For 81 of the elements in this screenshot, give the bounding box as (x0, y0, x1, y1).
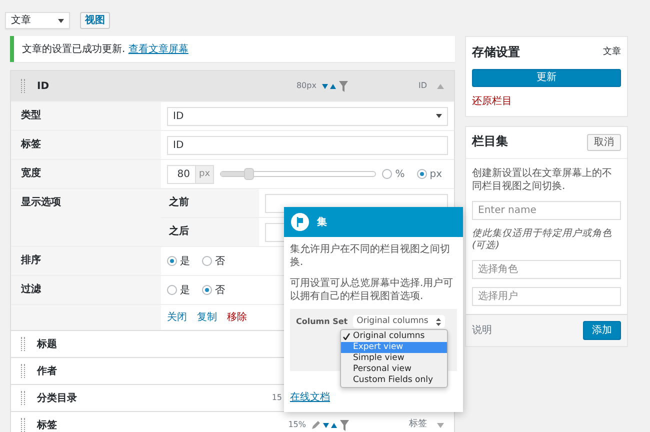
popover-title: 集 (317, 216, 327, 228)
column-type: 标签 (409, 419, 427, 431)
text-input[interactable]: Enter name (472, 200, 621, 220)
text-input[interactable]: 选择角色 (472, 260, 621, 280)
unit-addon: px (195, 164, 214, 184)
field-label: 显示选项 (11, 189, 161, 246)
docs-link[interactable]: 在线文档 (290, 392, 330, 403)
radio-button[interactable] (202, 285, 212, 295)
popover-text: 可用设置可从总览屏幕中选择.用户可以拥有自己的栏目视图首选项. (290, 277, 454, 303)
pencil-icon (312, 421, 320, 429)
column-title: 分类目录 (37, 392, 77, 404)
description-text: 创建新设置以在文章屏幕上的不同栏目视图之间切换. (472, 166, 613, 193)
column-title: ID (37, 80, 50, 92)
radio-label: 是 (180, 284, 190, 296)
drag-handle-icon[interactable] (21, 391, 25, 405)
sort-icon (322, 82, 336, 90)
field-label: 类型 (11, 102, 161, 130)
flag-icon (291, 213, 309, 231)
column-set-select[interactable]: Original columns (352, 315, 445, 328)
post-type-label: 文章 (603, 46, 621, 59)
note-text: 使此集仅适用于特定用户或角色(可选) (472, 228, 613, 252)
width-input[interactable]: 80 (167, 164, 195, 184)
field-label: 排序 (11, 247, 161, 275)
popover-text: 集允许用户在不同的栏目视图之间切换. (290, 243, 451, 269)
column-width: 15 (272, 392, 282, 404)
update-button[interactable]: 更新 (472, 68, 621, 87)
unit-radio[interactable] (416, 169, 427, 179)
column-width: 80px (296, 80, 316, 92)
filter-icon (340, 420, 349, 430)
post-type-select[interactable]: 文章 (5, 12, 70, 29)
width-slider[interactable] (220, 171, 376, 177)
column-type: ID (418, 80, 427, 92)
field-label: 过滤 (11, 276, 161, 304)
slider-thumb[interactable] (244, 168, 254, 180)
radio-button[interactable] (167, 285, 177, 295)
unit-radio[interactable] (382, 169, 392, 179)
dropdown-option[interactable]: Custom Fields only (341, 375, 447, 386)
column-title: 作者 (37, 364, 57, 378)
column-row[interactable]: 标签 15% 标签 (10, 412, 455, 432)
field-label: 宽度 (11, 160, 161, 188)
field-label: 标签 (11, 131, 161, 159)
drag-handle-icon[interactable] (21, 418, 25, 432)
cancel-button[interactable]: 取消 (587, 134, 621, 151)
dropdown-option[interactable]: Original columns (341, 331, 447, 342)
text-input[interactable]: 选择用户 (472, 287, 621, 306)
action-link[interactable]: 移除 (227, 311, 247, 324)
restore-link[interactable]: 还原栏目 (472, 94, 512, 108)
field-label: Column Set (296, 317, 348, 328)
label-input[interactable]: ID (167, 136, 448, 154)
notice-text: 文章的设置已成功更新. 查看文章屏幕 (22, 42, 188, 56)
radio-label: 否 (215, 254, 225, 268)
radio-label: px (430, 168, 442, 180)
card-title: 栏目集 (472, 134, 508, 150)
radio-button[interactable] (167, 256, 177, 266)
action-link[interactable]: 复制 (197, 311, 217, 324)
view-button[interactable]: 视图 (80, 12, 110, 29)
radio-label: 是 (180, 254, 190, 268)
radio-label: 否 (215, 284, 225, 296)
action-link[interactable]: 关闭 (167, 311, 187, 324)
sort-icon (323, 422, 337, 428)
view-screen-link[interactable]: 查看文章屏幕 (128, 44, 188, 54)
filter-icon (339, 80, 348, 92)
type-select[interactable]: ID (167, 106, 448, 126)
radio-button[interactable] (202, 256, 212, 266)
help-text: 说明 (472, 324, 492, 338)
field-label: 之后 (161, 218, 259, 246)
column-title: 标签 (37, 418, 57, 432)
caret-icon (436, 114, 442, 118)
radio-label: % (395, 168, 405, 180)
column-title: 标题 (37, 338, 57, 350)
caret-icon (58, 18, 64, 22)
column-width: 15% (288, 420, 306, 430)
drag-handle-icon[interactable] (21, 337, 25, 351)
field-label: 之前 (161, 189, 259, 217)
check-icon (343, 333, 350, 340)
drag-handle-icon[interactable] (21, 79, 25, 93)
dropdown-option[interactable]: Personal view (341, 364, 447, 375)
updown-icon (436, 318, 441, 326)
card-title: 存储设置 (472, 45, 520, 61)
add-button[interactable]: 添加 (583, 321, 621, 340)
drag-handle-icon[interactable] (21, 364, 25, 378)
